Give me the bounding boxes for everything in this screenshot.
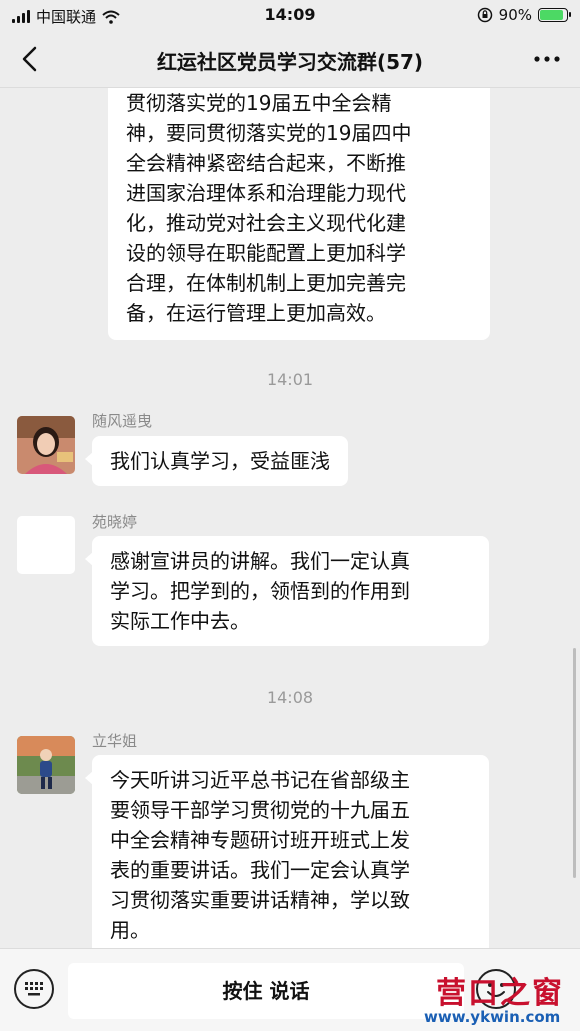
message-line: 表的重要讲话。我们一定会认真学: [110, 858, 410, 882]
message-line: 要领导干部学习贯彻党的十九届五: [110, 798, 410, 822]
chat-area[interactable]: 贯彻落实党的19届五中全会精 神，要同贯彻落实党的19届四中 全会精神紧密结合起…: [0, 88, 580, 948]
chevron-left-icon[interactable]: [14, 42, 48, 76]
avatar[interactable]: [17, 736, 75, 794]
orientation-lock-icon: [477, 7, 492, 23]
message-bubble[interactable]: 贯彻落实党的19届五中全会精 神，要同贯彻落实党的19届四中 全会精神紧密结合起…: [108, 88, 490, 340]
message-line: 学习。把学到的，领悟到的作用到: [110, 579, 410, 603]
avatar[interactable]: [17, 416, 75, 474]
message-line: 化，推动党对社会主义现代化建: [126, 211, 406, 235]
watermark-title: 营口之窗: [436, 976, 564, 1011]
more-icon[interactable]: [530, 44, 564, 74]
watermark-url: www.ykwin.com: [424, 1008, 561, 1026]
message-line: 实际工作中去。: [110, 609, 250, 633]
message-line: 设的领导在职能配置上更加科学: [126, 241, 406, 265]
message-line: 今天听讲习近平总书记在省部级主: [110, 768, 410, 792]
message-line: 习贯彻落实重要讲话精神，学以致: [110, 888, 410, 912]
status-right: 90%: [477, 6, 571, 24]
chat-title: 红运社区党员学习交流群(57): [156, 50, 424, 74]
battery-fill: [540, 10, 564, 20]
timestamp: 14:01: [266, 370, 314, 389]
message-bubble[interactable]: 今天听讲习近平总书记在省部级主 要领导干部学习贯彻党的十九届五 中全会精神专题研…: [85, 755, 489, 948]
message-line: 神，要同贯彻落实党的19届四中: [126, 121, 412, 145]
scrollbar[interactable]: [573, 648, 576, 878]
message-line: 合理，在体制机制上更加完善完: [126, 271, 406, 295]
message-line: 感谢宣讲员的讲解。我们一定认真: [110, 549, 410, 573]
battery-label: 90%: [498, 6, 532, 24]
status-bar: 中国联通 14:09 90%: [0, 0, 580, 30]
battery-icon: [538, 8, 571, 22]
message-line: 我们认真学习，受益匪浅: [110, 449, 330, 473]
keyboard-glyph: [25, 982, 43, 996]
nav-bar: 红运社区党员学习交流群(57): [0, 30, 580, 88]
sender-name: 立华姐: [92, 732, 138, 750]
sender-name: 苑晓婷: [92, 513, 138, 531]
timestamp: 14:08: [266, 688, 314, 707]
avatar-photo: [17, 736, 75, 794]
message-bubble[interactable]: 感谢宣讲员的讲解。我们一定认真 学习。把学到的，领悟到的作用到 实际工作中去。: [85, 536, 489, 646]
keyboard-icon[interactable]: [14, 969, 54, 1009]
message-line: 贯彻落实党的19届五中全会精: [126, 91, 392, 115]
sender-name: 随风遥曳: [92, 412, 153, 430]
message-line: 用。: [110, 918, 150, 942]
message-line: 全会精神紧密结合起来，不断推: [126, 151, 406, 175]
message-line: 中全会精神专题研讨班开班式上发: [110, 828, 410, 852]
hold-to-talk-button[interactable]: 按住 说话: [68, 963, 464, 1019]
message-line: 进国家治理体系和治理能力现代: [126, 181, 406, 205]
avatar-photo: [17, 416, 75, 474]
message-bubble[interactable]: 我们认真学习，受益匪浅: [85, 436, 348, 486]
avatar[interactable]: [17, 516, 75, 574]
message-line: 备，在运行管理上更加高效。: [126, 301, 386, 325]
watermark-logo: 营口之窗 www.ykwin.com: [418, 968, 578, 1028]
